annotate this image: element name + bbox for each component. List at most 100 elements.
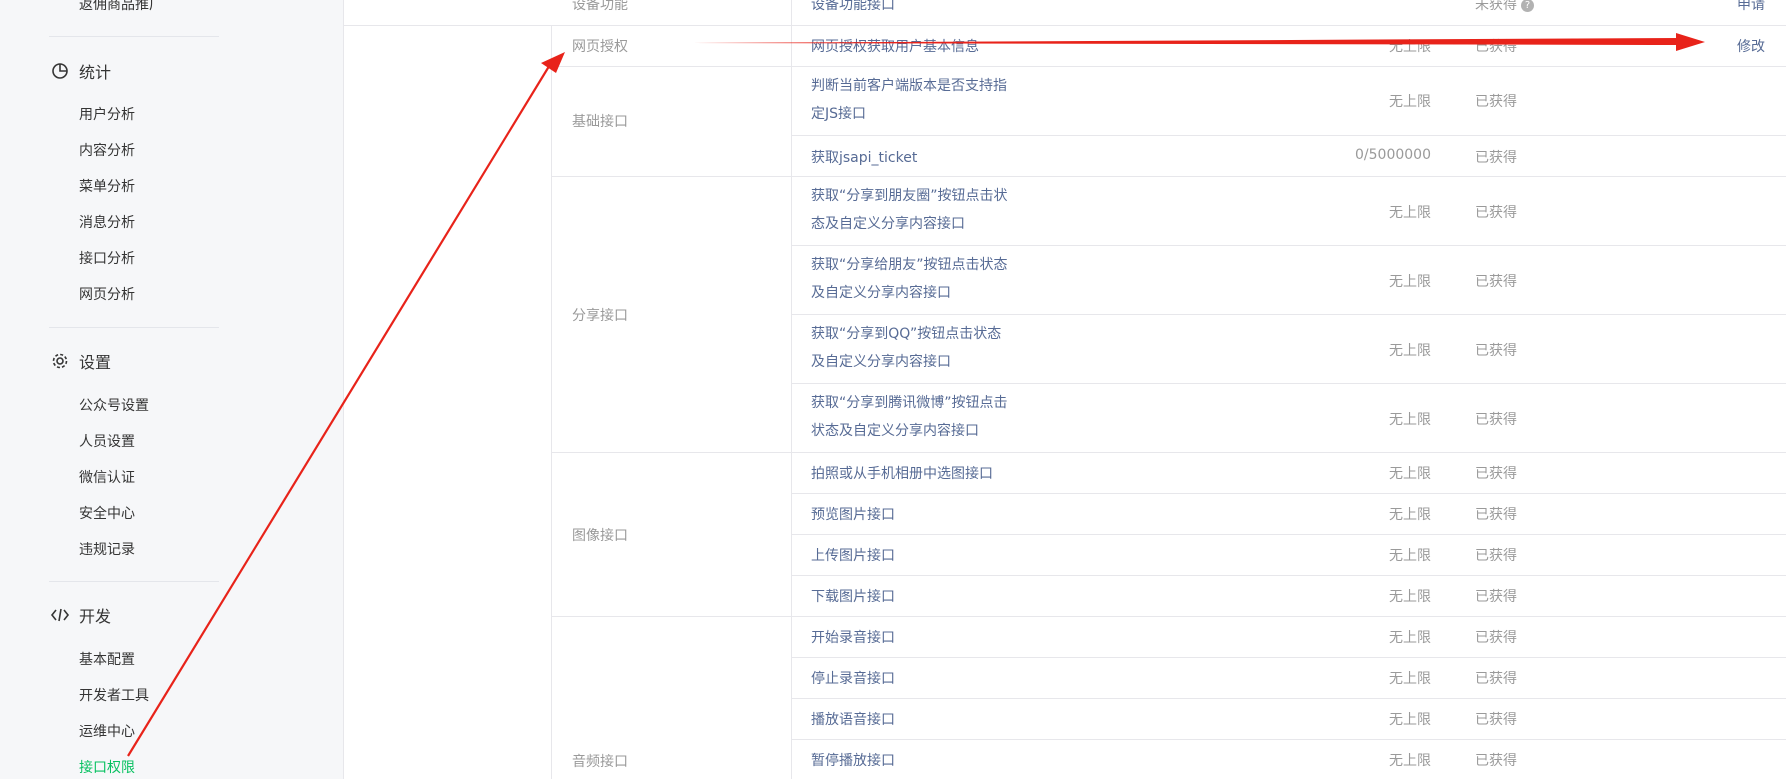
row-divider (551, 452, 1786, 453)
api-limit: 0/5000000 (1355, 147, 1431, 163)
code-icon (49, 604, 71, 626)
api-status: 已获得 (1475, 274, 1517, 290)
api-name: 获取“分享到朋友圈”按钮点击状态及自定义分享内容接口 (811, 188, 1008, 232)
sidebar-item-violation-records[interactable]: 违规记录 (79, 539, 135, 559)
category-webauth: 网页授权 (572, 39, 628, 55)
api-status: 已获得 (1475, 412, 1517, 428)
sidebar-item-api-permissions[interactable]: 接口权限 (79, 757, 135, 777)
api-limit: 无上限 (1389, 671, 1431, 687)
category-basic: 基础接口 (572, 114, 628, 130)
column-divider (791, 0, 792, 779)
sidebar-section-stats[interactable]: 统计 (49, 60, 111, 82)
api-name: 获取“分享到腾讯微博”按钮点击状态及自定义分享内容接口 (811, 395, 1008, 439)
sidebar-item-api-analysis[interactable]: 接口分析 (79, 248, 135, 268)
row-divider (791, 657, 1786, 658)
api-status: 已获得 (1475, 343, 1517, 359)
api-status: 已获得 (1475, 548, 1517, 564)
column-divider (551, 25, 552, 779)
api-status: 已获得 (1475, 39, 1517, 55)
sidebar-item-user-analysis[interactable]: 用户分析 (79, 104, 135, 124)
sidebar: 返佣商品推广 统计 用户分析 内容分析 菜单分析 消息分析 接口分析 网页分析 … (0, 0, 300, 779)
sidebar-item-dev-tools[interactable]: 开发者工具 (79, 685, 149, 705)
api-limit: 无上限 (1389, 94, 1431, 110)
api-name: 停止录音接口 (811, 671, 895, 687)
row-divider (791, 739, 1786, 740)
api-status: 已获得 (1475, 466, 1517, 482)
api-limit: 无上限 (1389, 205, 1431, 221)
api-limit: 无上限 (1389, 466, 1431, 482)
api-permissions-table: 设备功能 设备功能接口 未获得? 申请 网页授权 网页授权获取用户基本信息 无上… (343, 0, 1786, 779)
api-limit: 无上限 (1389, 507, 1431, 523)
sidebar-section-title: 统计 (79, 63, 112, 82)
row-divider (791, 534, 1786, 535)
api-status: 已获得 (1475, 507, 1517, 523)
api-limit: 无上限 (1389, 589, 1431, 605)
modify-button[interactable]: 修改 (1705, 36, 1765, 56)
category-image: 图像接口 (572, 528, 628, 544)
row-divider (551, 66, 1786, 67)
api-name: 暂停播放接口 (811, 753, 895, 769)
api-name: 获取“分享给朋友”按钮点击状态及自定义分享内容接口 (811, 257, 1008, 301)
row-divider (551, 616, 1786, 617)
category-audio: 音频接口 (572, 754, 628, 770)
api-status: 已获得 (1475, 630, 1517, 646)
row-divider (791, 493, 1786, 494)
row-divider (343, 25, 1786, 26)
sidebar-item-basic-config[interactable]: 基本配置 (79, 649, 135, 669)
api-name: 拍照或从手机相册中选图接口 (811, 466, 993, 482)
api-status: 未获得? (1475, 0, 1534, 14)
sidebar-divider (49, 581, 219, 582)
api-status: 已获得 (1475, 671, 1517, 687)
api-name: 设备功能接口 (811, 0, 895, 13)
api-name: 判断当前客户端版本是否支持指定JS接口 (811, 78, 1007, 122)
api-status: 已获得 (1475, 205, 1517, 221)
sidebar-section-title: 设置 (79, 353, 112, 372)
api-name: 上传图片接口 (811, 548, 895, 564)
sidebar-item-web-analysis[interactable]: 网页分析 (79, 284, 135, 304)
row-divider (791, 698, 1786, 699)
sidebar-item-account-settings[interactable]: 公众号设置 (79, 395, 149, 415)
row-divider (791, 383, 1786, 384)
api-status: 已获得 (1475, 150, 1517, 166)
sidebar-item-member-settings[interactable]: 人员设置 (79, 431, 135, 451)
api-status: 已获得 (1475, 753, 1517, 769)
api-name: 开始录音接口 (811, 630, 895, 646)
row-divider (551, 176, 1786, 177)
sidebar-section-title: 开发 (79, 607, 112, 626)
sidebar-item-message-analysis[interactable]: 消息分析 (79, 212, 135, 232)
row-divider (791, 245, 1786, 246)
sidebar-divider (49, 36, 219, 37)
help-icon[interactable]: ? (1521, 0, 1534, 12)
api-name: 获取“分享到QQ”按钮点击状态及自定义分享内容接口 (811, 326, 1002, 370)
sidebar-item-menu-analysis[interactable]: 菜单分析 (79, 176, 135, 196)
api-name: 播放语音接口 (811, 712, 895, 728)
api-name: 下载图片接口 (811, 589, 895, 605)
sidebar-item-security-center[interactable]: 安全中心 (79, 503, 135, 523)
api-limit: 无上限 (1389, 712, 1431, 728)
api-name: 获取jsapi_ticket (811, 150, 918, 166)
sidebar-divider (49, 327, 219, 328)
row-divider (791, 135, 1786, 136)
sidebar-item-wechat-verify[interactable]: 微信认证 (79, 467, 135, 487)
api-name: 网页授权获取用户基本信息 (811, 39, 979, 55)
sidebar-item-content-analysis[interactable]: 内容分析 (79, 140, 135, 160)
sidebar-section-dev[interactable]: 开发 (49, 604, 111, 626)
sidebar-section-settings[interactable]: 设置 (49, 350, 111, 372)
sidebar-item-ops-center[interactable]: 运维中心 (79, 721, 135, 741)
api-limit: 无上限 (1389, 343, 1431, 359)
row-divider (791, 575, 1786, 576)
apply-button[interactable]: 申请 (1705, 0, 1765, 14)
sidebar-item-rebate-promotion[interactable]: 返佣商品推广 (79, 0, 163, 14)
api-limit: 无上限 (1389, 548, 1431, 564)
column-divider (343, 0, 344, 779)
api-limit: 无上限 (1389, 753, 1431, 769)
category-device: 设备功能 (572, 0, 628, 13)
api-limit: 无上限 (1389, 630, 1431, 646)
api-limit: 无上限 (1389, 412, 1431, 428)
status-text: 未获得 (1475, 0, 1517, 13)
api-limit: 无上限 (1389, 274, 1431, 290)
api-status: 已获得 (1475, 94, 1517, 110)
row-divider (791, 314, 1786, 315)
api-limit: 无上限 (1389, 39, 1431, 55)
gear-icon (49, 350, 71, 372)
